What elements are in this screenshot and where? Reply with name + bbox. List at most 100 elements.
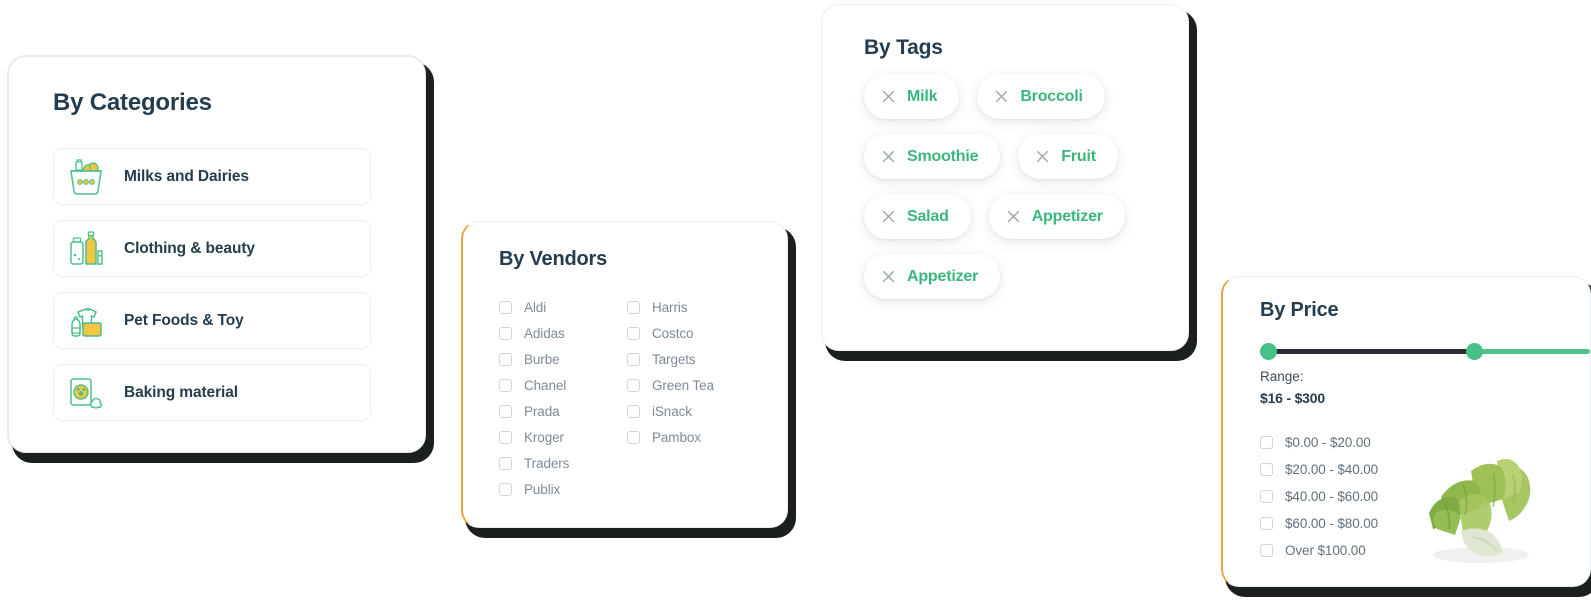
checkbox[interactable] xyxy=(499,482,512,496)
checkbox[interactable] xyxy=(499,430,512,444)
tags-card-title: By Tags xyxy=(864,36,943,59)
checkbox[interactable] xyxy=(499,456,512,470)
close-icon[interactable] xyxy=(882,210,895,223)
checkbox[interactable] xyxy=(1260,517,1273,530)
vendor-column-two: Harris Costco Targets Green Tea iSnack P… xyxy=(627,294,755,502)
vendor-option-aldi[interactable]: Aldi xyxy=(499,294,627,320)
close-icon[interactable] xyxy=(1036,150,1049,163)
by-vendors-card: By Vendors Aldi Adidas Burbe Chanel Prad… xyxy=(461,221,788,528)
checkbox[interactable] xyxy=(627,352,640,366)
by-categories-card: By Categories Milks and Dairies Clothing… xyxy=(8,56,426,453)
vendor-option-chanel[interactable]: Chanel xyxy=(499,372,627,398)
vendor-label: Targets xyxy=(652,351,696,367)
vendor-label: Chanel xyxy=(524,377,567,393)
tag-chip-salad[interactable]: Salad xyxy=(864,194,971,239)
price-label: $40.00 - $60.00 xyxy=(1285,489,1379,504)
checkbox[interactable] xyxy=(627,404,640,418)
close-icon[interactable] xyxy=(882,270,895,283)
checkbox[interactable] xyxy=(499,300,512,314)
tag-label: Appetizer xyxy=(1031,207,1103,225)
tag-chip-smoothie[interactable]: Smoothie xyxy=(864,134,1001,179)
checkbox[interactable] xyxy=(499,378,512,392)
category-item-milks-and-dairies[interactable]: Milks and Dairies xyxy=(53,148,371,205)
vendor-label: iSnack xyxy=(652,403,692,419)
checkbox[interactable] xyxy=(627,430,640,444)
vendor-label: Pambox xyxy=(652,429,701,445)
categories-card-title: By Categories xyxy=(53,89,212,116)
price-label: $0.00 - $20.00 xyxy=(1285,435,1371,450)
checkbox[interactable] xyxy=(627,378,640,392)
close-icon[interactable] xyxy=(1007,210,1020,223)
tag-list: Milk Broccoli Smoothie Fruit Salad Appet… xyxy=(864,74,1159,299)
category-item-clothing-and-beauty[interactable]: Clothing & beauty xyxy=(53,220,371,277)
vendor-option-adidas[interactable]: Adidas xyxy=(499,320,627,346)
vendor-option-publix[interactable]: Publix xyxy=(499,476,627,502)
bottles-icon xyxy=(70,230,103,265)
checkbox[interactable] xyxy=(499,326,512,340)
close-icon[interactable] xyxy=(882,150,895,163)
category-item-baking-material[interactable]: Baking material xyxy=(53,364,371,421)
tag-chip-broccoli[interactable]: Broccoli xyxy=(977,74,1105,119)
pet-food-icon xyxy=(70,377,103,409)
slider-handle-min[interactable] xyxy=(1260,343,1277,360)
vendor-option-harris[interactable]: Harris xyxy=(627,294,755,320)
close-icon[interactable] xyxy=(882,90,895,103)
vendor-checkbox-columns: Aldi Adidas Burbe Chanel Prada Kroger Tr… xyxy=(499,294,755,502)
vendor-option-burbe[interactable]: Burbe xyxy=(499,346,627,372)
vendor-option-traders[interactable]: Traders xyxy=(499,450,627,476)
tag-label: Smoothie xyxy=(907,147,979,165)
price-label: $20.00 - $40.00 xyxy=(1285,462,1379,477)
checkbox[interactable] xyxy=(499,352,512,366)
by-price-card: By Price Range: $16 - $300 $0.00 - $20.0… xyxy=(1221,276,1591,587)
category-item-label: Pet Foods & Toy xyxy=(124,311,244,329)
checkbox[interactable] xyxy=(1260,544,1273,557)
vendor-label: Harris xyxy=(652,299,688,315)
category-item-label: Milks and Dairies xyxy=(124,167,249,185)
clothes-bag-icon xyxy=(71,307,102,337)
category-item-label: Clothing & beauty xyxy=(124,239,255,257)
price-label: $60.00 - $80.00 xyxy=(1285,516,1379,531)
category-list: Milks and Dairies Clothing & beauty Pet … xyxy=(53,148,371,421)
slider-selected-range xyxy=(1266,349,1481,354)
vendor-label: Adidas xyxy=(524,325,565,341)
close-icon[interactable] xyxy=(995,90,1008,103)
checkbox[interactable] xyxy=(1260,436,1273,449)
vendor-option-pambox[interactable]: Pambox xyxy=(627,424,755,450)
checkbox[interactable] xyxy=(627,300,640,314)
vendor-option-costco[interactable]: Costco xyxy=(627,320,755,346)
tag-chip-fruit[interactable]: Fruit xyxy=(1018,134,1118,179)
tag-label: Appetizer xyxy=(907,267,979,285)
vendor-label: Aldi xyxy=(524,299,547,315)
category-item-pet-foods-and-toy[interactable]: Pet Foods & Toy xyxy=(53,292,371,349)
checkbox[interactable] xyxy=(627,326,640,340)
milk-basket-icon xyxy=(70,158,102,195)
vendor-label: Costco xyxy=(652,325,694,341)
checkbox[interactable] xyxy=(499,404,512,418)
tag-chip-appetizer-1[interactable]: Appetizer xyxy=(988,194,1125,239)
vendor-option-prada[interactable]: Prada xyxy=(499,398,627,424)
tag-chip-appetizer-2[interactable]: Appetizer xyxy=(864,254,1001,299)
tag-label: Salad xyxy=(907,207,949,225)
range-label: Range: xyxy=(1260,369,1304,384)
by-tags-card: By Tags Milk Broccoli Smoothie Fruit Sal… xyxy=(821,4,1189,351)
vendors-card-title: By Vendors xyxy=(499,248,608,270)
vendor-label: Prada xyxy=(524,403,560,419)
category-item-label: Baking material xyxy=(124,383,238,401)
vendor-option-green-tea[interactable]: Green Tea xyxy=(627,372,755,398)
price-card-title: By Price xyxy=(1260,299,1339,321)
tag-label: Broccoli xyxy=(1020,87,1083,105)
checkbox[interactable] xyxy=(1260,490,1273,503)
vendor-label: Traders xyxy=(524,455,570,471)
price-range-slider[interactable] xyxy=(1260,343,1590,361)
checkbox[interactable] xyxy=(1260,463,1273,476)
lettuce-image xyxy=(1429,459,1531,563)
vendor-option-isnack[interactable]: iSnack xyxy=(627,398,755,424)
vendor-option-targets[interactable]: Targets xyxy=(627,346,755,372)
vendor-label: Kroger xyxy=(524,429,564,445)
vendor-label: Burbe xyxy=(524,351,560,367)
vendor-option-kroger[interactable]: Kroger xyxy=(499,424,627,450)
tag-chip-milk[interactable]: Milk xyxy=(864,74,960,119)
tag-label: Milk xyxy=(907,87,938,105)
slider-handle-max[interactable] xyxy=(1466,343,1483,360)
vendor-label: Publix xyxy=(524,481,561,497)
